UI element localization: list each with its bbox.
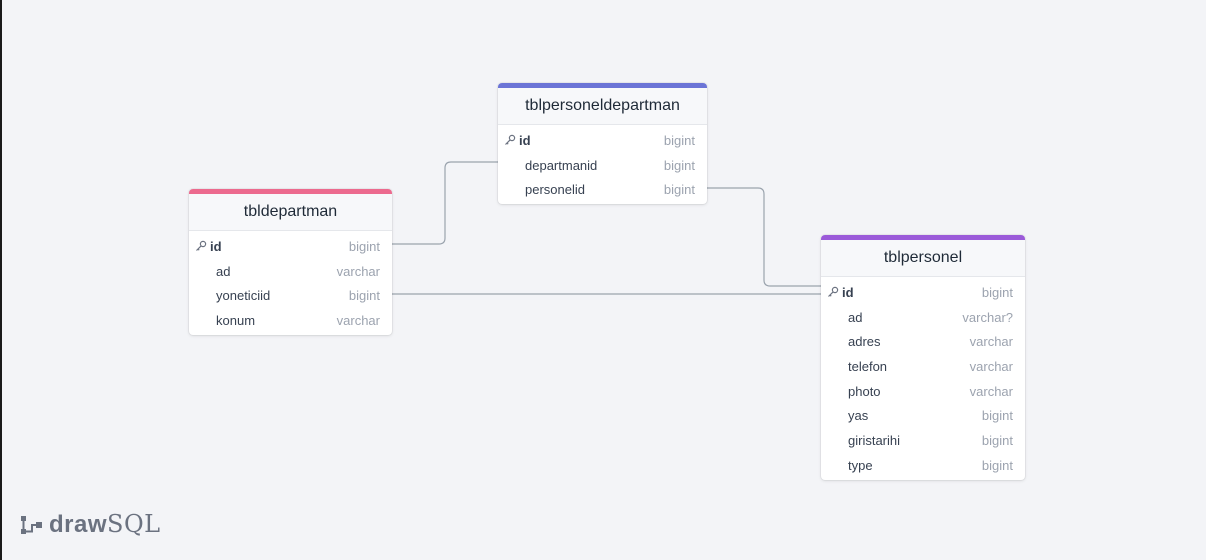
table-tblpersoneldepartman[interactable]: tblpersoneldepartman id bigint departman… bbox=[498, 83, 707, 205]
column-type: varchar bbox=[336, 312, 380, 328]
column-row-personelid[interactable]: personelid bigint bbox=[498, 177, 707, 202]
drawsql-logo-icon bbox=[21, 515, 42, 534]
key-icon bbox=[827, 286, 842, 298]
column-type: varchar bbox=[969, 358, 1013, 374]
column-name: photo bbox=[848, 383, 881, 399]
column-type: bigint bbox=[663, 157, 695, 173]
column-row-yas[interactable]: yas bigint bbox=[821, 403, 1025, 428]
column-name: id bbox=[519, 132, 531, 148]
key-icon bbox=[504, 134, 519, 146]
column-row-id[interactable]: id bigint bbox=[189, 234, 392, 259]
logo-wordmark: drawSQL bbox=[49, 510, 161, 538]
column-type: bigint bbox=[348, 288, 380, 304]
column-name: yas bbox=[848, 408, 869, 424]
column-row-photo[interactable]: photo varchar bbox=[821, 379, 1025, 404]
column-type: bigint bbox=[981, 284, 1013, 300]
column-type: varchar bbox=[969, 383, 1013, 399]
column-type: varchar bbox=[336, 263, 380, 279]
drawsql-logo[interactable]: drawSQL bbox=[20, 510, 161, 539]
column-row-yoneticiid[interactable]: yoneticiid bigint bbox=[189, 283, 392, 308]
column-name: telefon bbox=[848, 358, 888, 374]
key-icon bbox=[195, 240, 210, 252]
table-title[interactable]: tbldepartman bbox=[189, 194, 392, 231]
table-title[interactable]: tblpersonel bbox=[821, 240, 1025, 277]
table-title[interactable]: tblpersoneldepartman bbox=[498, 88, 707, 125]
diagram-canvas[interactable]: tbldepartman id bigint ad varchar yoneti… bbox=[2, 0, 1206, 560]
column-name: giristarihi bbox=[848, 432, 901, 448]
column-row-departmanid[interactable]: departmanid bigint bbox=[498, 153, 707, 178]
relation-departman-to-personeldepartman bbox=[392, 161, 498, 245]
column-type: varchar bbox=[969, 334, 1013, 350]
column-type: bigint bbox=[663, 182, 695, 198]
column-row-id[interactable]: id bigint bbox=[498, 128, 707, 153]
column-name: personelid bbox=[525, 182, 585, 198]
column-name: id bbox=[842, 284, 854, 300]
column-row-giristarihi[interactable]: giristarihi bigint bbox=[821, 428, 1025, 453]
column-row-type[interactable]: type bigint bbox=[821, 453, 1025, 478]
column-name: adres bbox=[848, 334, 881, 350]
column-row-telefon[interactable]: telefon varchar bbox=[821, 354, 1025, 379]
column-name: ad bbox=[848, 309, 863, 325]
column-name: id bbox=[210, 238, 222, 254]
column-name: yoneticiid bbox=[216, 288, 271, 304]
column-type: bigint bbox=[663, 132, 695, 148]
column-name: departmanid bbox=[525, 157, 598, 173]
column-row-id[interactable]: id bigint bbox=[821, 280, 1025, 305]
column-name: type bbox=[848, 457, 873, 473]
column-type: bigint bbox=[348, 238, 380, 254]
column-row-adres[interactable]: adres varchar bbox=[821, 329, 1025, 354]
column-type: bigint bbox=[981, 432, 1013, 448]
relation-personeldepartman-to-personel bbox=[707, 187, 821, 287]
column-name: konum bbox=[216, 312, 256, 328]
column-type: bigint bbox=[981, 408, 1013, 424]
column-name: ad bbox=[216, 263, 231, 279]
column-type: bigint bbox=[981, 457, 1013, 473]
table-tblpersonel[interactable]: tblpersonel id bigint ad varchar? adres … bbox=[821, 235, 1025, 480]
column-row-konum[interactable]: konum varchar bbox=[189, 308, 392, 333]
column-row-ad[interactable]: ad varchar? bbox=[821, 305, 1025, 330]
column-row-ad[interactable]: ad varchar bbox=[189, 259, 392, 284]
table-tbldepartman[interactable]: tbldepartman id bigint ad varchar yoneti… bbox=[189, 189, 392, 335]
column-type: varchar? bbox=[962, 309, 1013, 325]
